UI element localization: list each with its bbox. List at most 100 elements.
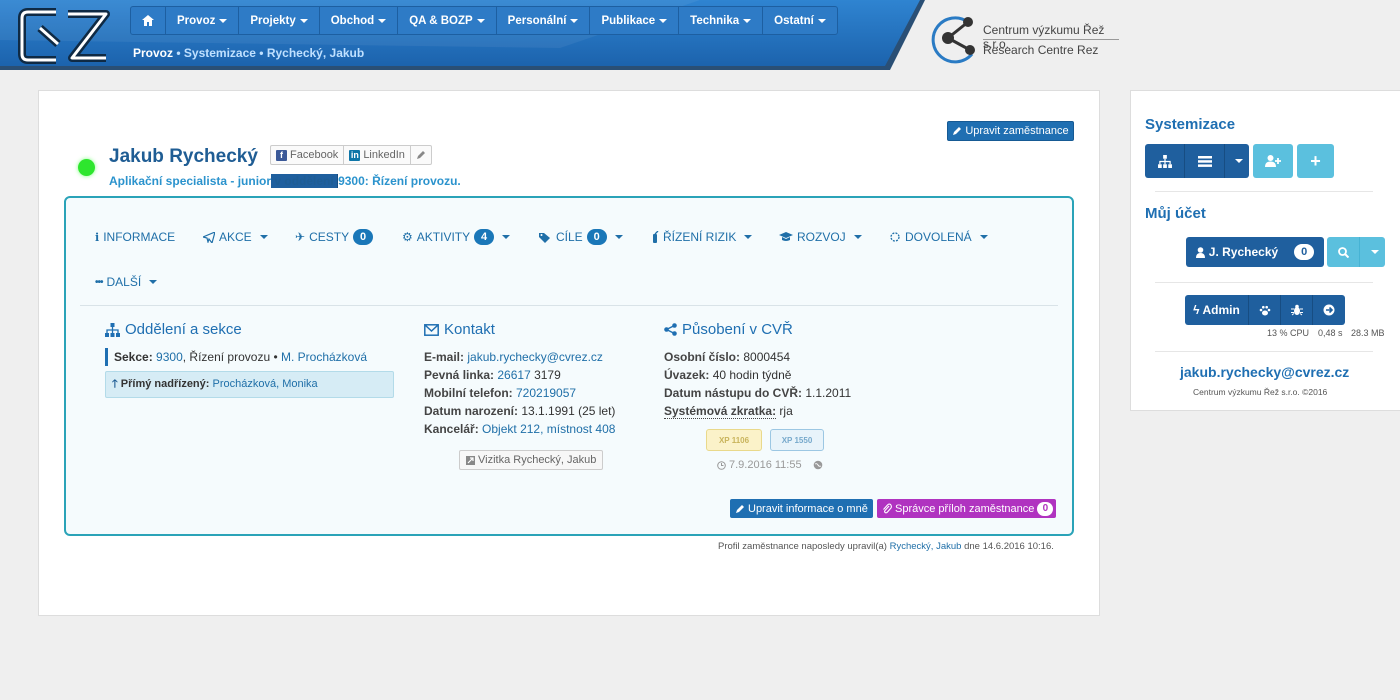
abbr-value: rja	[779, 404, 793, 418]
nav-projekty[interactable]: Projekty	[239, 7, 320, 34]
role-title: Aplikační specialista - junior	[109, 174, 272, 188]
id-label: Osobní číslo:	[664, 350, 741, 364]
tab-cesty[interactable]: ✈ CESTY 0	[295, 229, 374, 245]
nav-label: Ostatní	[774, 14, 814, 27]
linkedin-label: LinkedIn	[363, 149, 405, 161]
superior-link[interactable]: Procházková, Monika	[213, 378, 318, 390]
header: Provoz Projekty Obchod QA & BOZP Personá…	[0, 0, 1400, 78]
profile-detail-box	[64, 196, 1074, 536]
caret-down-icon	[502, 235, 511, 239]
breadcrumb: Provoz • Systemizace • Rychecký, Jakub	[133, 46, 364, 60]
tab-label: ROZVOJ	[797, 230, 846, 244]
contact-heading: Kontakt	[424, 321, 495, 338]
nav-provoz[interactable]: Provoz	[166, 7, 240, 34]
id-value: 8000454	[743, 350, 791, 364]
org-chart-button[interactable]	[1145, 144, 1185, 178]
pencil-icon	[953, 127, 962, 135]
list-view-button[interactable]	[1185, 144, 1225, 178]
online-status-indicator	[78, 159, 95, 176]
mobile-link[interactable]: 720219057	[516, 386, 576, 400]
business-card-label: Vizitka Rychecký, Jakub	[478, 454, 597, 466]
search-button-group	[1327, 237, 1385, 267]
molecule-logo-icon	[931, 16, 975, 64]
user-icon	[1195, 246, 1205, 258]
contact-office-row: Kancelář: Objekt 212, místnost 408	[424, 422, 615, 436]
admin-label: Admin	[1202, 303, 1240, 317]
linkedin-button[interactable]: in LinkedIn	[344, 146, 411, 164]
account-email-link[interactable]: jakub.rychecky@cvrez.cz	[1180, 364, 1349, 380]
facebook-button[interactable]: f Facebook	[271, 146, 345, 164]
attachments-manager-label: Správce příloh zaměstnance	[895, 502, 1035, 515]
edit-employee-button[interactable]: Upravit zaměstnance	[947, 121, 1074, 141]
employee-role: Aplikační specialista - junior v oddělen…	[109, 174, 461, 188]
caret-down-icon	[1235, 159, 1243, 163]
paw-icon	[1259, 305, 1270, 315]
last-edit-user-link[interactable]: Rychecký, Jakub	[890, 541, 962, 552]
breadcrumb-provoz[interactable]: Provoz	[133, 46, 173, 60]
dept-heading-text: Oddělení a sekce	[125, 321, 242, 338]
tab-dalsi[interactable]: ••• DALŠÍ	[95, 275, 158, 289]
sekce-code-link[interactable]: 9300	[156, 350, 183, 364]
logout-button[interactable]	[1313, 295, 1345, 325]
debug-button[interactable]	[1281, 295, 1313, 325]
caret-down-icon	[744, 235, 753, 239]
search-button[interactable]	[1327, 237, 1360, 267]
role-department-link[interactable]: 9300: Řízení provozu.	[338, 174, 461, 188]
nav-label: Publikace	[601, 14, 656, 27]
tab-cile[interactable]: CÍLE 0	[539, 229, 623, 245]
cvr-start-row: Datum nástupu do CVŘ: 1.1.2011	[664, 386, 851, 400]
tab-label: CESTY	[309, 230, 350, 244]
tab-akce[interactable]: AKCE	[203, 230, 268, 244]
add-button[interactable]: +	[1297, 144, 1334, 178]
systemizace-title: Systemizace	[1145, 116, 1236, 133]
office-link[interactable]: Objekt 212, místnost 408	[482, 422, 615, 436]
nav-obchod[interactable]: Obchod	[320, 7, 399, 34]
nav-home[interactable]	[131, 7, 166, 34]
linkedin-icon: in	[349, 149, 361, 161]
nav-technika[interactable]: Technika	[679, 7, 764, 34]
breadcrumb-systemizace[interactable]: Systemizace	[184, 46, 256, 60]
nav-ostatni[interactable]: Ostatní	[763, 7, 837, 34]
add-user-group	[1253, 144, 1293, 178]
contact-heading-text: Kontakt	[444, 321, 495, 338]
business-card-button[interactable]: Vizitka Rychecký, Jakub	[459, 450, 604, 470]
user-notification-badge: 0	[1294, 244, 1315, 260]
nav-qa-bozp[interactable]: QA & BOZP	[398, 7, 497, 34]
last-edit-prefix: Profil zaměstnance naposledy upravil(a)	[718, 541, 890, 552]
tab-rozvoj[interactable]: ROZVOJ	[779, 230, 862, 244]
attachments-manager-button[interactable]: Správce příloh zaměstnance 0	[877, 499, 1057, 518]
user-profile-button[interactable]: J. Rychecký 0	[1186, 237, 1324, 267]
facebook-label: Facebook	[290, 149, 339, 161]
cz-logo[interactable]	[18, 8, 112, 64]
caret-down-icon	[476, 18, 485, 23]
phone-link[interactable]: 26617	[497, 368, 530, 382]
sitemap-icon	[105, 322, 120, 337]
caret-down-icon	[259, 235, 268, 239]
tab-dovolena[interactable]: DOVOLENÁ	[889, 230, 988, 244]
edit-my-info-button[interactable]: Upravit informace o mně	[730, 499, 873, 518]
search-dropdown[interactable]	[1360, 237, 1385, 267]
aktivity-count-badge: 4	[474, 229, 495, 245]
tab-informace[interactable]: i INFORMACE	[95, 230, 175, 244]
nav-personalni[interactable]: Personální	[497, 7, 591, 34]
paw-button[interactable]	[1249, 295, 1281, 325]
sekce-head-link[interactable]: M. Procházková	[281, 350, 367, 364]
edit-social-button[interactable]	[411, 146, 431, 164]
nav-publikace[interactable]: Publikace	[590, 7, 680, 34]
caret-down-icon	[817, 18, 826, 23]
list-view-dropdown[interactable]	[1225, 144, 1249, 178]
add-user-button[interactable]	[1253, 144, 1293, 178]
bolt-icon: ϟ	[1193, 303, 1200, 317]
email-link[interactable]: jakub.rychecky@cvrez.cz	[467, 350, 603, 364]
brand-line-2: Research Centre Rez	[983, 43, 1099, 57]
admin-button[interactable]: ϟ Admin	[1185, 295, 1249, 325]
abbr-label: Systémová zkratka:	[664, 404, 777, 419]
envelope-icon	[424, 323, 439, 336]
last-edit-suffix: dne 14.6.2016 10:16.	[961, 541, 1054, 552]
bug-icon	[1290, 304, 1303, 316]
tab-aktivity[interactable]: ⚙ AKTIVITY 4	[402, 229, 511, 245]
globe-icon	[813, 460, 822, 470]
tab-rizeni-rizik[interactable]: ŘÍZENÍ RIZIK	[651, 230, 753, 244]
sitemap-icon	[1157, 154, 1172, 168]
contact-mobile-row: Mobilní telefon: 720219057	[424, 386, 576, 400]
